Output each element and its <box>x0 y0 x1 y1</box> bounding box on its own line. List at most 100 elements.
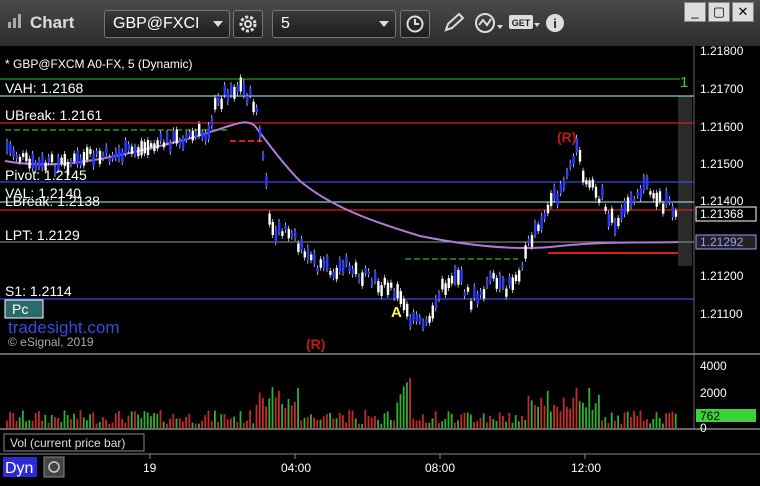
candle <box>185 133 188 140</box>
candle <box>486 279 489 287</box>
price-chart[interactable]: * GBP@FXCM A0-FX, 5 (Dynamic) VAH: 1.216… <box>0 44 760 486</box>
interval-selector[interactable]: 5 <box>272 10 396 38</box>
volume-bar <box>380 423 383 428</box>
chart-area[interactable]: * GBP@FXCM A0-FX, 5 (Dynamic) VAH: 1.216… <box>0 44 760 486</box>
time-tick: 19 <box>143 461 157 475</box>
volume-bar <box>143 411 146 428</box>
candle <box>540 215 543 230</box>
level-label-vah: VAH: 1.2168 <box>5 80 84 96</box>
lock-button[interactable] <box>43 456 65 478</box>
candle <box>287 228 290 239</box>
candle <box>255 107 258 113</box>
draw-tool-button[interactable] <box>440 10 470 36</box>
volume-bar <box>57 417 59 428</box>
volume-bar <box>614 420 616 428</box>
candle <box>406 303 409 317</box>
candle <box>300 238 303 251</box>
restore-button[interactable]: ▢ <box>708 2 730 22</box>
volume-bar <box>377 419 379 428</box>
volume-bar <box>626 411 629 428</box>
time-button[interactable] <box>400 10 430 38</box>
candle <box>22 153 25 157</box>
candle <box>191 130 194 141</box>
volume-bar <box>636 415 639 428</box>
candle <box>604 206 607 212</box>
volume-bar <box>290 405 293 428</box>
indicator-button[interactable] <box>472 10 503 36</box>
volume-bar <box>473 422 475 428</box>
volume-bar <box>102 417 104 428</box>
volume-bar <box>150 416 152 428</box>
candle <box>220 98 223 109</box>
candle <box>143 141 146 154</box>
volume-bar <box>220 414 223 428</box>
info-button[interactable]: i <box>542 10 572 36</box>
volume-bar <box>646 419 648 428</box>
symbol-selector[interactable]: GBP@FXCI <box>104 10 230 38</box>
volume-bar <box>361 423 363 428</box>
price-tick: 1.21800 <box>700 46 744 58</box>
candle <box>594 186 598 198</box>
volume-bar <box>569 408 571 428</box>
volume-bar <box>559 411 562 428</box>
get-button[interactable]: GET <box>506 10 540 36</box>
candle <box>108 157 111 162</box>
volume-bar <box>92 412 95 428</box>
price-tick: 1.21600 <box>700 120 744 134</box>
volume-bar <box>31 420 34 428</box>
candle <box>188 132 191 136</box>
candle <box>124 140 127 154</box>
time-tick: 04:00 <box>281 461 311 475</box>
volume-bar <box>415 420 418 428</box>
volume-bar <box>278 390 280 428</box>
candle <box>82 152 86 166</box>
candle <box>617 217 620 227</box>
close-button[interactable]: ✕ <box>732 2 754 22</box>
volume-bar <box>313 417 315 428</box>
volume-bar <box>463 412 466 428</box>
volume-bar <box>217 421 219 428</box>
volume-bar <box>306 417 309 428</box>
volume-bar <box>34 413 37 428</box>
candle <box>242 82 246 96</box>
volume-bar <box>169 418 171 428</box>
candle <box>217 95 220 104</box>
watermark-copyright: © eSignal, 2019 <box>8 335 94 349</box>
volume-bar <box>284 408 287 428</box>
candle <box>623 200 626 215</box>
volume-bar <box>402 386 405 428</box>
candle <box>86 147 89 160</box>
volume-bar <box>287 399 290 428</box>
candle <box>290 232 294 237</box>
candle <box>281 231 284 236</box>
level-label-s1: S1: 1.2114 <box>5 283 72 299</box>
candle <box>294 231 297 239</box>
candle <box>550 192 553 206</box>
candle <box>566 170 569 177</box>
volume-bar <box>374 416 376 428</box>
title-bar: Chart GBP@FXCI 5 GET i _ ▢ ✕ <box>0 0 760 47</box>
candle <box>380 285 383 297</box>
volume-bar <box>505 421 507 428</box>
candle <box>297 243 300 252</box>
settings-button[interactable] <box>233 10 263 38</box>
candle <box>233 86 236 99</box>
candle <box>518 270 521 282</box>
volume-bar <box>476 421 479 428</box>
volume-bar <box>25 421 27 428</box>
volume-bar <box>633 411 635 428</box>
candle <box>425 319 428 323</box>
candle <box>399 291 402 305</box>
candle <box>329 270 332 275</box>
volume-bar <box>86 420 88 428</box>
candle <box>527 238 530 244</box>
volume-bar <box>41 420 43 428</box>
candle <box>393 290 396 298</box>
candle <box>230 85 233 96</box>
minimize-button[interactable]: _ <box>684 2 706 22</box>
value-area-shade <box>678 96 692 266</box>
volume-bar <box>364 410 367 428</box>
candle <box>345 256 348 265</box>
volume-bar <box>172 413 175 428</box>
candle <box>105 146 108 154</box>
